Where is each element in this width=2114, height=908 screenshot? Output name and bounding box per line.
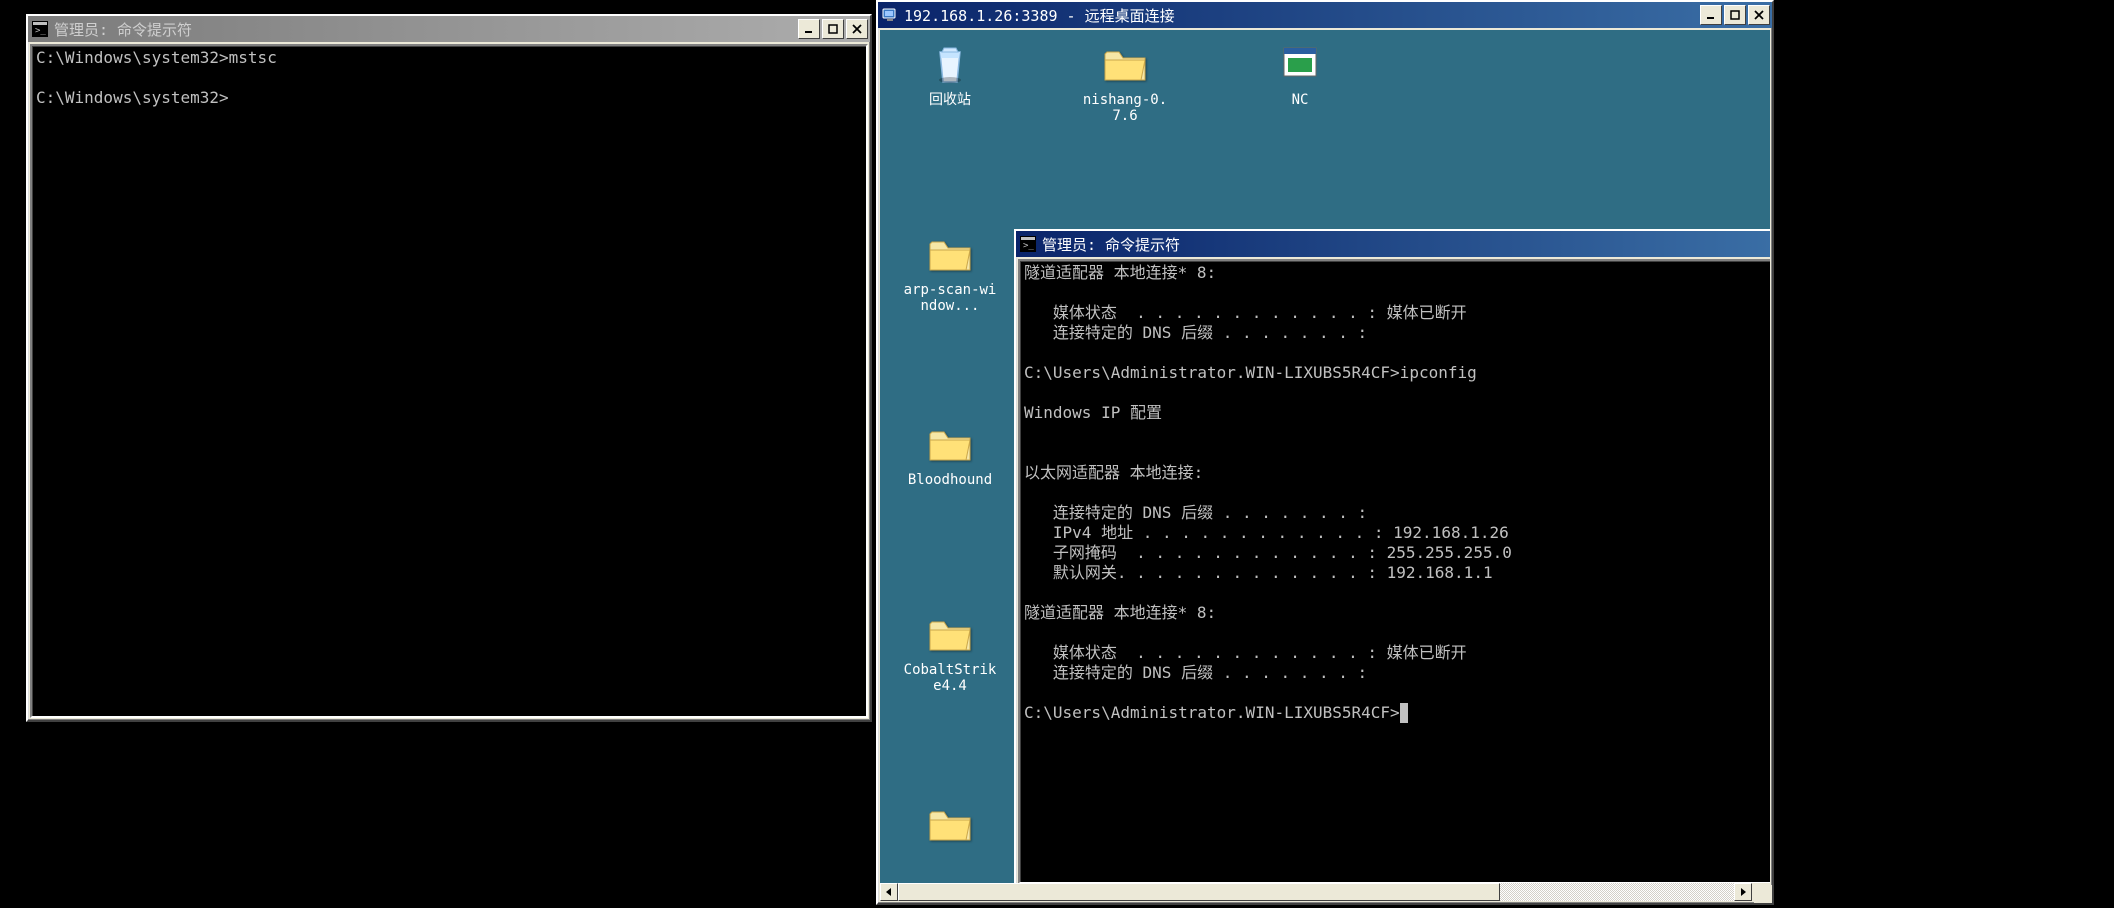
scroll-left-button[interactable]	[880, 883, 898, 901]
rdp-titlebar[interactable]: 192.168.1.26:3389 - 远程桌面连接	[878, 2, 1772, 28]
app-icon	[1276, 40, 1324, 88]
desktop-icon-nc[interactable]: NC	[1250, 40, 1350, 108]
local-cmd-title: 管理员: 命令提示符	[54, 19, 192, 40]
scroll-right-button[interactable]	[1734, 883, 1752, 901]
desktop-icon-label: arp-scan-window...	[900, 282, 1000, 314]
local-cmd-titlebar[interactable]: >_ 管理员: 命令提示符	[28, 16, 870, 42]
remote-cmd-title: 管理员: 命令提示符	[1042, 234, 1180, 255]
maximize-button[interactable]	[822, 19, 844, 39]
svg-text:>_: >_	[1023, 241, 1034, 251]
desktop-icon-label: CobaltStrike4.4	[900, 662, 1000, 694]
desktop-icon-label: 回收站	[900, 92, 1000, 108]
scroll-thumb[interactable]	[898, 883, 1500, 901]
maximize-button[interactable]	[1724, 5, 1746, 25]
desktop-icon-label: nishang-0.7.6	[1075, 92, 1175, 124]
cmd-icon: >_	[32, 21, 48, 37]
rdp-horizontal-scrollbar[interactable]	[880, 883, 1752, 901]
folder-icon	[926, 420, 974, 468]
desktop-icon-extra[interactable]	[900, 800, 1000, 852]
svg-text:>_: >_	[35, 26, 46, 36]
desktop-icon-cobaltstrike[interactable]: CobaltStrike4.4	[900, 610, 1000, 694]
desktop-icon-recycle-bin[interactable]: 回收站	[900, 40, 1000, 108]
folder-icon	[926, 800, 974, 848]
remote-cmd-titlebar[interactable]: >_ 管理员: 命令提示符	[1016, 231, 1770, 257]
folder-icon	[926, 610, 974, 658]
rdp-title: 192.168.1.26:3389 - 远程桌面连接	[904, 5, 1175, 26]
cmd-icon: >_	[1020, 236, 1036, 252]
close-button[interactable]	[846, 19, 868, 39]
rdp-icon	[882, 7, 898, 23]
folder-icon	[926, 230, 974, 278]
remote-cmd-window: >_ 管理员: 命令提示符 隧道适配器 本地连接* 8: 媒体状态 . . . …	[1014, 229, 1770, 883]
rdp-window: 192.168.1.26:3389 - 远程桌面连接 回收站 nishang-0…	[876, 0, 1774, 905]
scroll-track[interactable]	[898, 883, 1734, 901]
desktop-icon-label: NC	[1250, 92, 1350, 108]
desktop-icon-nishang[interactable]: nishang-0.7.6	[1075, 40, 1175, 124]
remote-cmd-output: 隧道适配器 本地连接* 8: 媒体状态 . . . . . . . . . . …	[1020, 261, 1770, 725]
recycle-bin-icon	[926, 40, 974, 88]
minimize-button[interactable]	[1700, 5, 1722, 25]
folder-icon	[1101, 40, 1149, 88]
local-cmd-client[interactable]: C:\Windows\system32>mstsc C:\Windows\sys…	[30, 44, 868, 718]
local-cmd-window: >_ 管理员: 命令提示符 C:\Windows\system32>mstsc …	[26, 14, 872, 722]
local-cmd-output: C:\Windows\system32>mstsc C:\Windows\sys…	[32, 46, 866, 110]
resize-grip[interactable]	[1754, 885, 1772, 903]
remote-cmd-client[interactable]: 隧道适配器 本地连接* 8: 媒体状态 . . . . . . . . . . …	[1018, 259, 1770, 883]
remote-desktop[interactable]: 回收站 nishang-0.7.6 NC arp-scan-window.	[880, 30, 1770, 883]
desktop-icon-label: Bloodhound	[900, 472, 1000, 488]
desktop-icon-arpscan[interactable]: arp-scan-window...	[900, 230, 1000, 314]
close-button[interactable]	[1748, 5, 1770, 25]
minimize-button[interactable]	[798, 19, 820, 39]
desktop-icon-bloodhound[interactable]: Bloodhound	[900, 420, 1000, 488]
